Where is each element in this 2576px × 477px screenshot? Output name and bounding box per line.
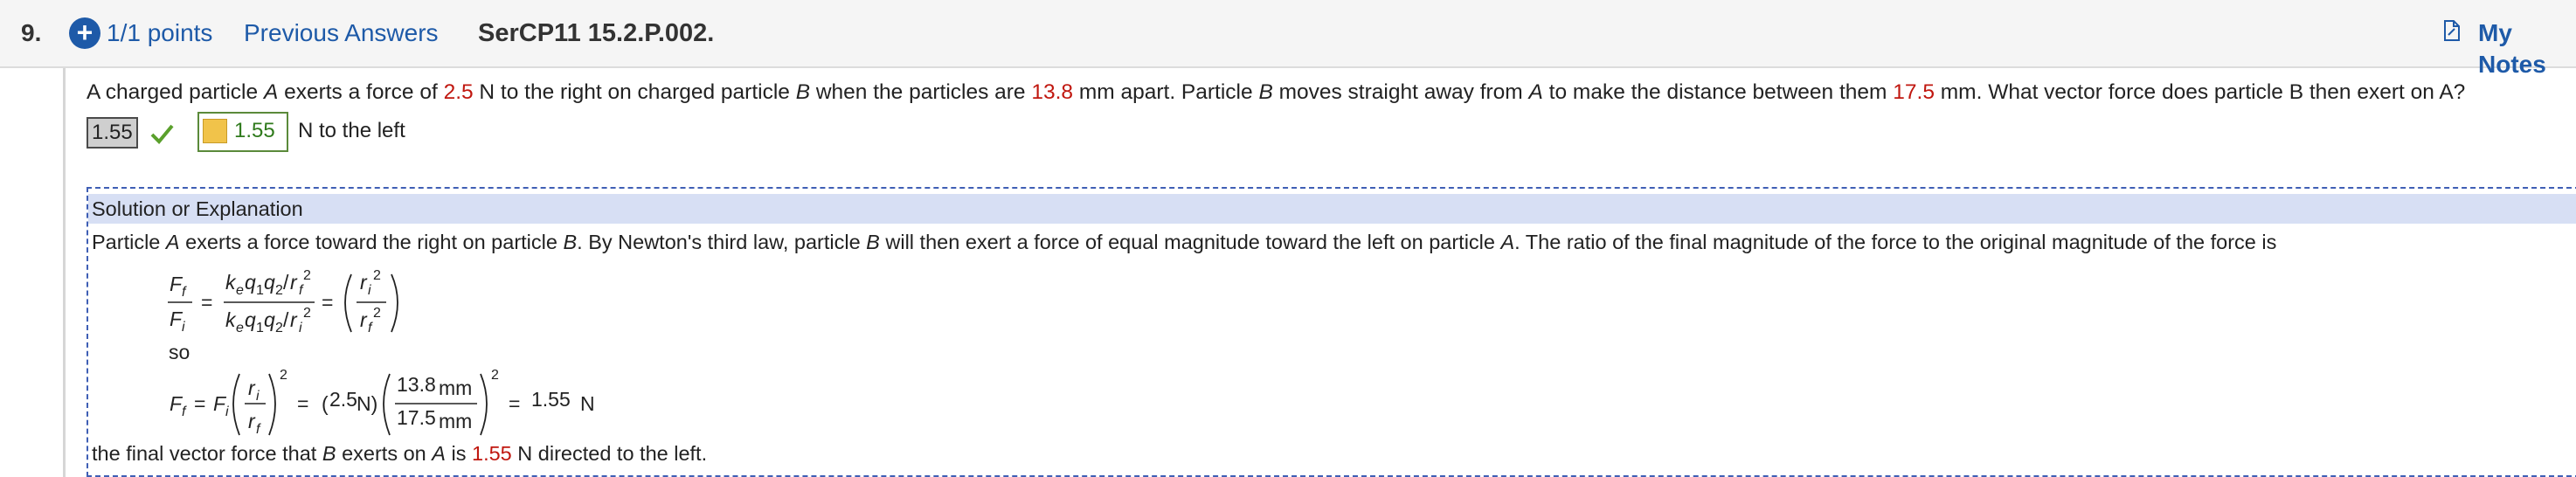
svg-text:N): N) bbox=[357, 392, 377, 415]
svg-text:=: = bbox=[201, 291, 212, 314]
svg-text:i: i bbox=[299, 321, 302, 335]
svg-text:1: 1 bbox=[256, 321, 264, 335]
svg-text:=: = bbox=[297, 392, 308, 415]
ratio-equation: Ff Fi = ke q1 q2 /r f2 ke q1 q2 /r i2 = … bbox=[168, 268, 398, 335]
svg-text:e: e bbox=[236, 321, 244, 335]
so-word: so bbox=[169, 341, 190, 363]
svg-text:2: 2 bbox=[373, 268, 381, 283]
svg-text:f: f bbox=[182, 285, 187, 300]
eq-final-distance: 17.5 bbox=[397, 406, 436, 429]
svg-text:q: q bbox=[264, 308, 275, 331]
svg-text:2: 2 bbox=[373, 306, 381, 321]
svg-text:2: 2 bbox=[275, 283, 283, 298]
svg-text:q: q bbox=[264, 271, 275, 294]
svg-text:f: f bbox=[299, 283, 304, 298]
svg-text:e: e bbox=[236, 283, 244, 298]
svg-text:1: 1 bbox=[256, 283, 264, 298]
final-answer-sentence: the final vector force that B exerts on … bbox=[92, 442, 708, 465]
eq-initial-distance: 13.8 bbox=[397, 373, 436, 396]
question-left-border bbox=[63, 68, 66, 477]
svg-text:/: / bbox=[283, 271, 289, 294]
svg-text:(: ( bbox=[322, 392, 329, 415]
svg-text:/: / bbox=[283, 308, 289, 331]
previous-answers-link[interactable]: Previous Answers bbox=[244, 17, 439, 49]
svg-text:r: r bbox=[360, 271, 368, 294]
svg-text:2: 2 bbox=[491, 368, 499, 383]
answer-key-value: 1.55 bbox=[234, 119, 275, 142]
points-link[interactable]: 1/1 points bbox=[107, 17, 212, 49]
svg-text:r: r bbox=[290, 271, 298, 294]
svg-text:r: r bbox=[248, 377, 256, 399]
svg-text:2: 2 bbox=[303, 306, 311, 321]
question-text: A charged particle A exerts a force of 2… bbox=[87, 80, 2466, 104]
svg-text:=: = bbox=[194, 392, 205, 415]
svg-text:f: f bbox=[368, 321, 373, 335]
svg-text:i: i bbox=[368, 283, 371, 298]
svg-text:2: 2 bbox=[275, 321, 283, 335]
svg-text:i: i bbox=[225, 404, 229, 419]
eq-force-value: 2.5 bbox=[329, 388, 357, 411]
svg-text:f: f bbox=[256, 422, 261, 437]
solution-title: Solution or Explanation bbox=[88, 194, 2576, 224]
question-number: 9. bbox=[21, 19, 42, 46]
svg-text:f: f bbox=[182, 404, 187, 419]
answer-key-unit: N to the left bbox=[298, 119, 405, 142]
force-equation: Ff = Fi ri rf 2 = (N) mm mm 2 = N 2.5 13… bbox=[166, 365, 655, 440]
svg-text:q: q bbox=[245, 271, 256, 294]
key-icon bbox=[203, 119, 227, 143]
svg-text:mm: mm bbox=[439, 377, 472, 399]
svg-text:i: i bbox=[182, 320, 185, 335]
correct-check-icon bbox=[150, 124, 174, 144]
expand-plus-icon[interactable]: + bbox=[69, 17, 100, 49]
svg-text:r: r bbox=[248, 410, 256, 432]
svg-text:i: i bbox=[256, 389, 260, 404]
svg-text:N: N bbox=[580, 392, 595, 415]
entered-answer-field: 1.55 bbox=[87, 117, 138, 149]
svg-text:r: r bbox=[360, 308, 368, 331]
svg-text:=: = bbox=[509, 392, 520, 415]
my-notes-link[interactable]: My Notes bbox=[2478, 17, 2576, 80]
eq-result-value: 1.55 bbox=[531, 388, 571, 411]
note-icon[interactable] bbox=[2443, 19, 2461, 42]
svg-text:q: q bbox=[245, 308, 256, 331]
svg-text:mm: mm bbox=[439, 410, 472, 432]
svg-text:2: 2 bbox=[280, 368, 287, 383]
solution-paragraph: Particle A exerts a force toward the rig… bbox=[92, 231, 2277, 253]
problem-code: SerCP11 15.2.P.002. bbox=[478, 19, 715, 47]
svg-text:r: r bbox=[290, 308, 298, 331]
svg-text:2: 2 bbox=[303, 268, 311, 283]
svg-text:=: = bbox=[322, 291, 333, 314]
